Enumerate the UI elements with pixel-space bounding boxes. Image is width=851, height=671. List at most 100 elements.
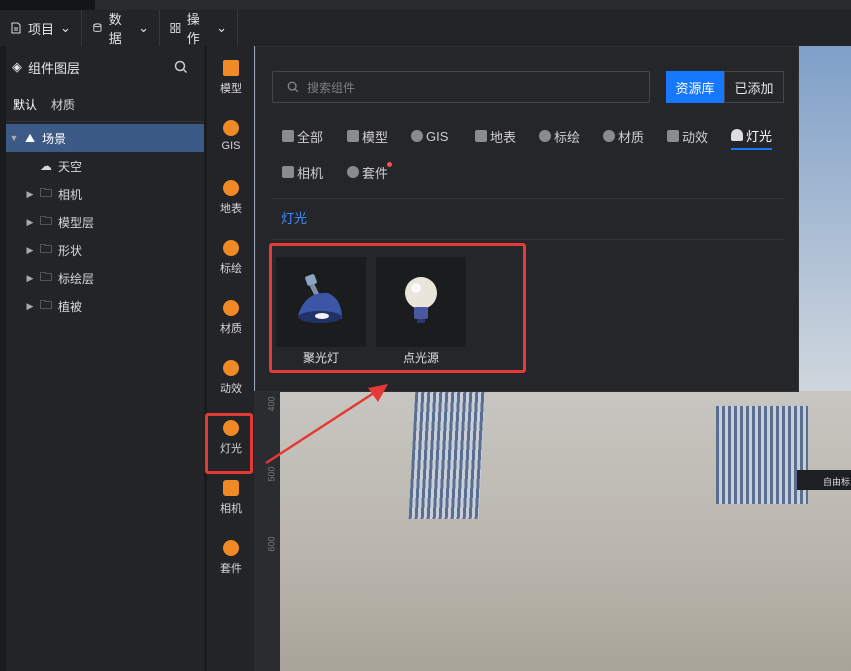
folder-icon: 🗀 (39, 241, 52, 256)
light-icon (731, 129, 743, 141)
iconbar-camera[interactable]: 相机 (207, 480, 255, 516)
building-model[interactable] (408, 391, 486, 519)
scene-icon: ⛰ (24, 130, 36, 145)
category-camera[interactable]: 相机 (282, 162, 323, 182)
section-title: 灯光 (281, 211, 308, 226)
tree-node-label: 标绘层 (58, 271, 95, 286)
grid-icon (170, 23, 181, 33)
category-model[interactable]: 模型 (347, 126, 388, 146)
category-gis[interactable]: GIS (411, 126, 448, 146)
category-marker[interactable]: 标绘 (539, 126, 580, 146)
layer-tabs: 默认 材质 (6, 88, 204, 122)
gis-icon (411, 130, 423, 142)
iconbar-terrain[interactable]: 地表 (207, 180, 255, 216)
camera-icon (282, 166, 294, 178)
tree-node-plot-layer[interactable]: ▶ 🗀 标绘层 (6, 264, 204, 292)
category-label: GIS (426, 128, 449, 144)
category-light[interactable]: 灯光 (731, 126, 773, 150)
tree-node-sky[interactable]: ☁ 天空 (6, 152, 204, 180)
iconbar-gis[interactable]: GIS (207, 120, 255, 152)
folder-icon: 🗀 (39, 297, 52, 312)
ruler-label: 600 (266, 536, 277, 552)
iconbar-model[interactable]: 模型 (207, 60, 255, 96)
caret-right-icon[interactable]: ▶ (22, 217, 38, 228)
file-icon (11, 22, 21, 34)
category-label: 材质 (618, 129, 645, 145)
tree-node-label: 植被 (58, 299, 83, 314)
gis-icon (223, 120, 239, 136)
caret-down-icon[interactable]: ▼ (6, 133, 22, 143)
component-search-input[interactable]: 搜索组件 (272, 71, 650, 103)
caret-right-icon[interactable]: ▶ (22, 245, 38, 256)
tree-node-camera[interactable]: ▶ 🗀 相机 (6, 180, 204, 208)
menu-operate-label: 操作 (186, 12, 200, 46)
divider (272, 239, 784, 240)
effect-icon (667, 130, 679, 142)
object-tag: 自由标 (797, 470, 851, 490)
layer-panel-header: ◈ 组件图层 (6, 46, 204, 88)
highlight-light-tab (205, 413, 253, 474)
search-icon (287, 81, 299, 93)
menu-project[interactable]: 项目 ⌄ (0, 10, 82, 46)
iconbar-label: 材质 (220, 323, 242, 335)
iconbar-kit[interactable]: 套件 (207, 540, 255, 576)
category-label: 模型 (362, 129, 389, 145)
iconbar-effect[interactable]: 动效 (207, 360, 255, 396)
resource-library-button[interactable]: 资源库 (666, 71, 724, 103)
folder-icon: 🗀 (39, 185, 52, 200)
tree-node-vegetation[interactable]: ▶ 🗀 植被 (6, 292, 204, 320)
tab-default[interactable]: 默认 (13, 96, 37, 113)
material-icon (603, 130, 615, 142)
category-label: 灯光 (746, 128, 773, 144)
model-icon (223, 60, 239, 76)
effect-icon (223, 360, 239, 376)
category-label: 标绘 (554, 129, 581, 145)
added-button[interactable]: 已添加 (724, 71, 784, 103)
tab-material[interactable]: 材质 (51, 96, 75, 113)
marker-icon (223, 240, 239, 256)
tree-node-label: 形状 (58, 243, 83, 258)
iconbar-label: 动效 (220, 383, 242, 395)
terrain-icon (475, 130, 487, 142)
layer-tree: ▼ ⛰ 场景 ☁ 天空 ▶ 🗀 相机 ▶ 🗀 模型层 ▶ 🗀 形状 ▶ 🗀 标绘… (6, 122, 204, 320)
caret-right-icon[interactable]: ▶ (22, 189, 38, 200)
caret-right-icon[interactable]: ▶ (22, 301, 38, 312)
tree-node-shape[interactable]: ▶ 🗀 形状 (6, 236, 204, 264)
iconbar-label: 模型 (220, 83, 242, 95)
building-model[interactable] (716, 406, 808, 504)
annotation-arrow (265, 384, 388, 465)
category-all[interactable]: 全部 (282, 126, 323, 146)
folder-icon: 🗀 (39, 269, 52, 284)
highlight-light-components (269, 243, 526, 373)
chevron-down-icon: ⌄ (138, 20, 149, 35)
layer-panel-title: 组件图层 (28, 60, 81, 76)
tree-node-scene[interactable]: ▼ ⛰ 场景 (6, 124, 204, 152)
iconbar-material[interactable]: 材质 (207, 300, 255, 336)
iconbar-label: 套件 (220, 563, 242, 575)
category-kit[interactable]: 套件 (347, 162, 388, 182)
menu-data-label: 数据 (108, 12, 122, 46)
search-icon[interactable] (174, 60, 188, 74)
caret-right-icon[interactable]: ▶ (22, 273, 38, 284)
kit-icon (223, 540, 239, 556)
category-terrain[interactable]: 地表 (475, 126, 516, 146)
search-placeholder: 搜索组件 (307, 80, 356, 95)
layers-icon: ◈ (12, 59, 22, 74)
menu-operate[interactable]: 操作 ⌄ (160, 10, 238, 46)
new-badge-dot (387, 162, 392, 167)
kit-icon (347, 166, 359, 178)
terrain-icon (223, 180, 239, 196)
tree-node-label: 场景 (42, 131, 67, 146)
tree-node-model-layer[interactable]: ▶ 🗀 模型层 (6, 208, 204, 236)
chevron-down-icon: ⌄ (60, 20, 71, 35)
category-effect[interactable]: 动效 (667, 126, 708, 146)
camera-icon (223, 480, 239, 496)
top-menu-bar: 项目 ⌄ 数据 ⌄ 操作 ⌄ (0, 0, 851, 46)
category-label: 套件 (362, 165, 389, 181)
tree-node-label: 模型层 (58, 215, 95, 230)
iconbar-marker[interactable]: 标绘 (207, 240, 255, 276)
menu-data[interactable]: 数据 ⌄ (82, 10, 160, 46)
layer-panel: ◈ 组件图层 默认 材质 ▼ ⛰ 场景 ☁ 天空 ▶ 🗀 相机 ▶ 🗀 模型层 … (6, 46, 204, 671)
category-material[interactable]: 材质 (603, 126, 644, 146)
iconbar-label: 相机 (220, 503, 242, 515)
